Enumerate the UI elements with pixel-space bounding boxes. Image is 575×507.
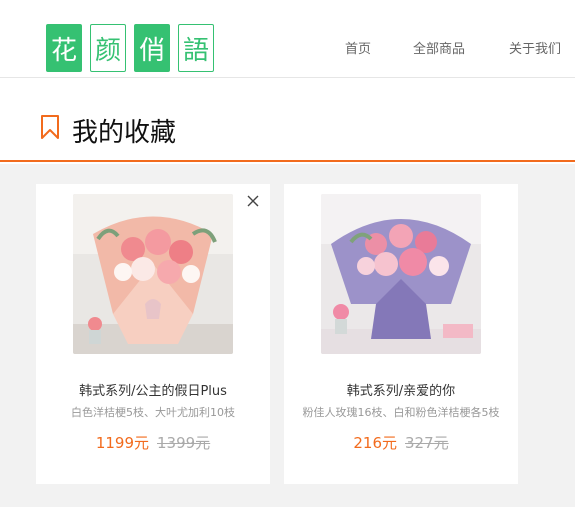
product-description: 粉佳人玫瑰16枝、白和粉色洋桔梗各5枝: [302, 406, 500, 419]
nav-item-home[interactable]: 首页: [345, 38, 371, 57]
bookmark-icon: [41, 115, 59, 139]
main-nav: 首页 全部商品 关于我们: [0, 38, 575, 58]
page-title: 我的收藏: [72, 118, 177, 148]
favorite-card[interactable]: 韩式系列/公主的假日Plus 白色洋桔梗5枝、大叶尤加利10枝 1199元 139…: [36, 184, 270, 484]
nav-item-about[interactable]: 关于我们: [509, 38, 561, 57]
price-row: 1199元 1399元: [36, 432, 270, 453]
original-price: 327元: [405, 434, 449, 452]
favorite-card[interactable]: 韩式系列/亲爱的你 粉佳人玫瑰16枝、白和粉色洋桔梗各5枝 216元 327元: [284, 184, 518, 484]
product-image[interactable]: [73, 194, 233, 354]
remove-favorite-icon[interactable]: [246, 194, 260, 208]
nav-item-all-products[interactable]: 全部商品: [413, 38, 465, 57]
product-name[interactable]: 韩式系列/公主的假日Plus: [36, 380, 270, 399]
original-price: 1399元: [157, 434, 211, 452]
product-image[interactable]: [321, 194, 481, 354]
current-price: 1199元: [95, 434, 149, 452]
product-name[interactable]: 韩式系列/亲爱的你: [284, 380, 518, 399]
product-description: 白色洋桔梗5枝、大叶尤加利10枝: [71, 406, 235, 419]
current-price: 216元: [353, 434, 397, 452]
price-row: 216元 327元: [284, 432, 518, 453]
site-header: 花 颜 俏 語 首页 全部商品 关于我们: [0, 0, 575, 78]
favorites-list: 韩式系列/公主的假日Plus 白色洋桔梗5枝、大叶尤加利10枝 1199元 139…: [0, 164, 575, 507]
